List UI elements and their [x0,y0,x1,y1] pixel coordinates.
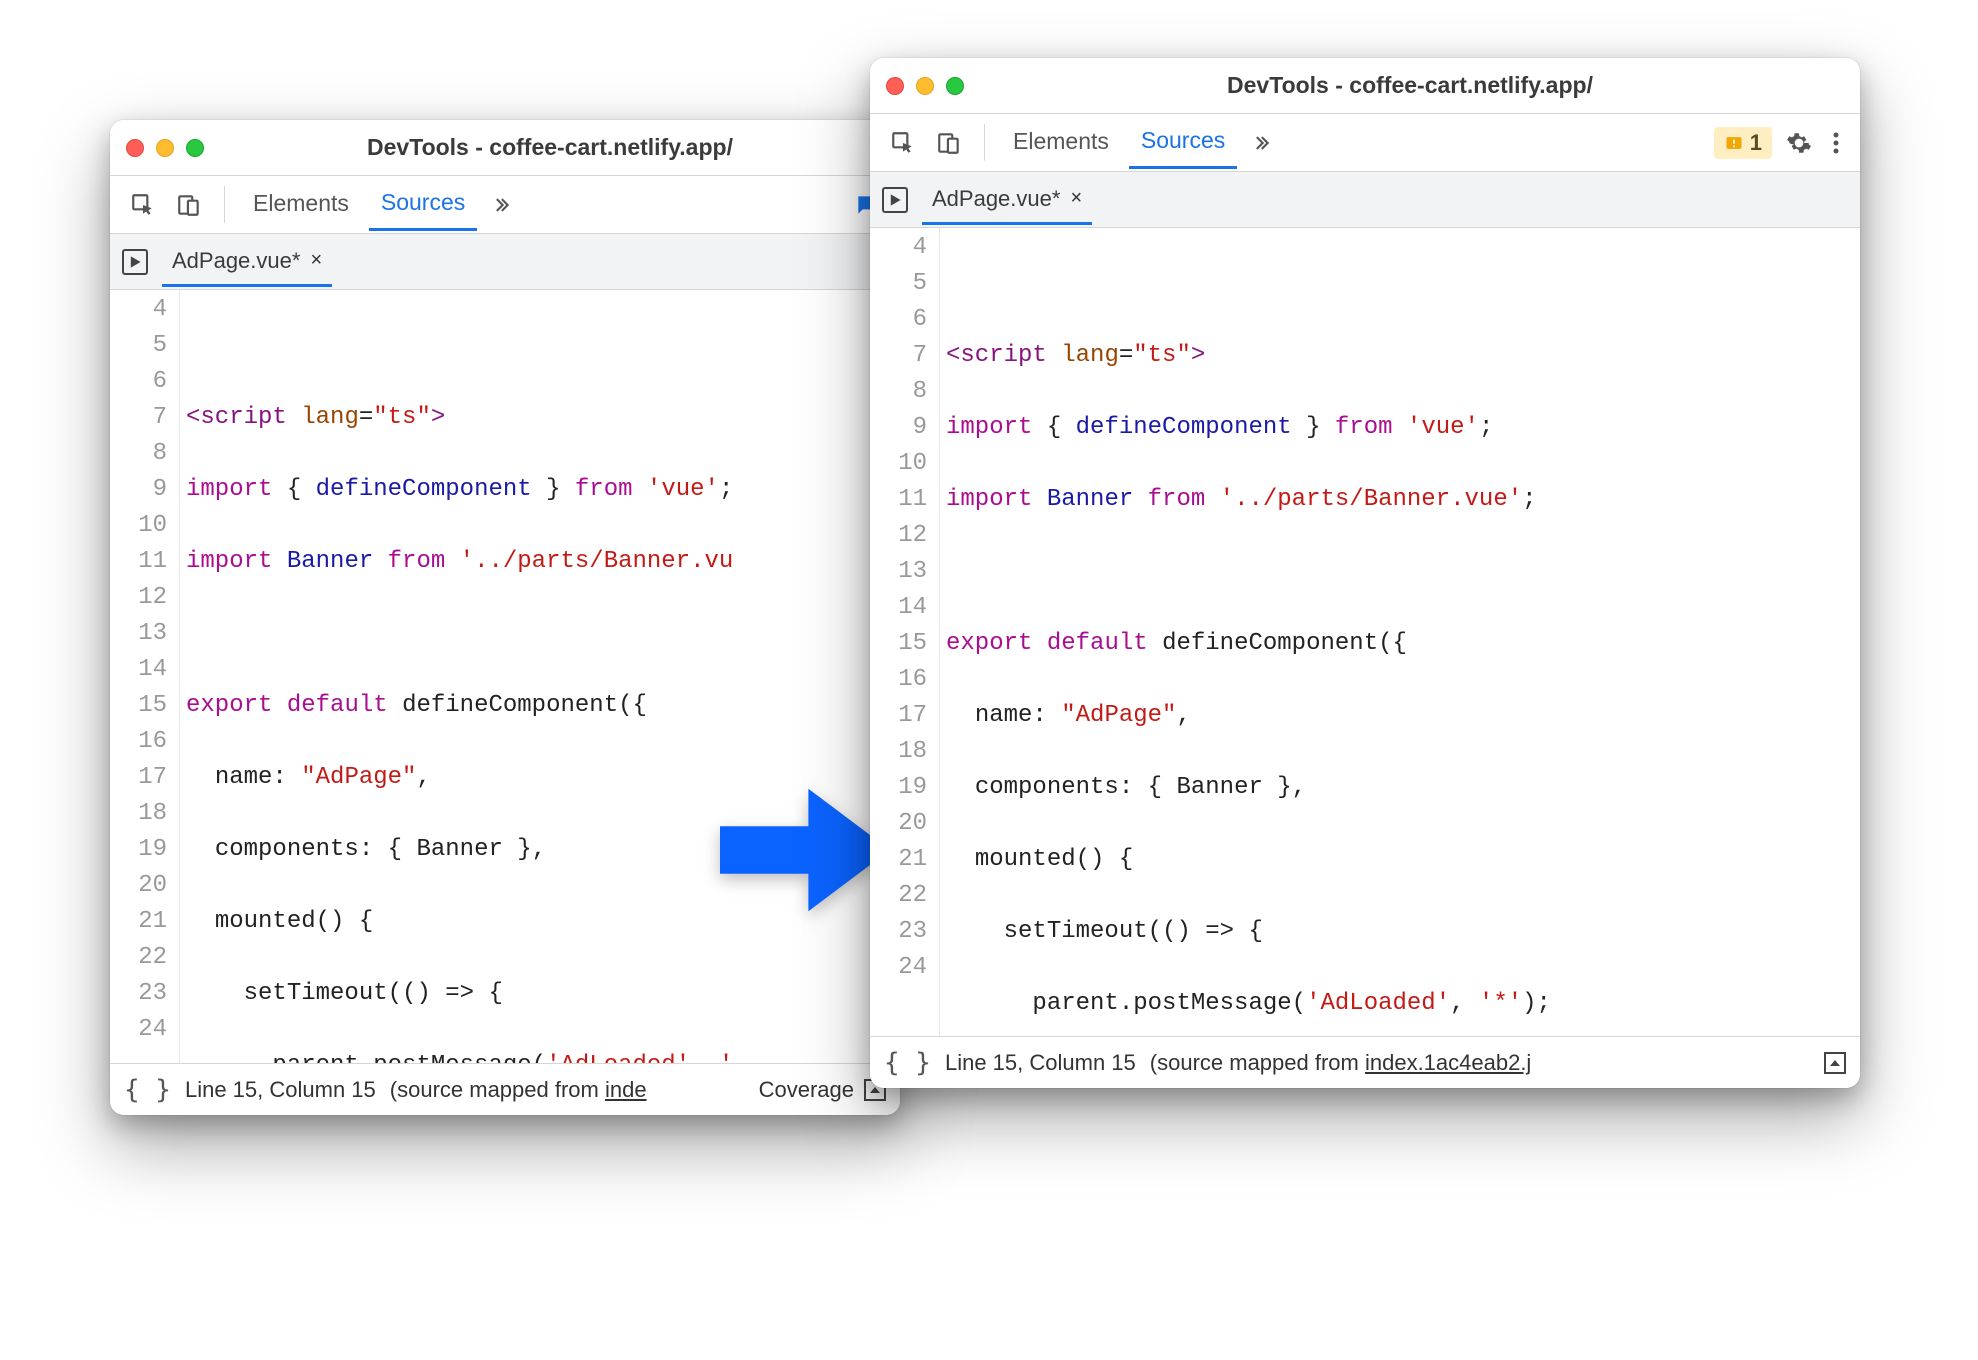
device-toggle-icon[interactable] [170,186,208,224]
status-bar: { } Line 15, Column 15 (source mapped fr… [110,1063,900,1115]
file-tabs-bar: AdPage.vue* × [870,172,1860,228]
line-gutter: 456789101112131415161718192021222324 [110,290,180,1063]
file-tab-adpage[interactable]: AdPage.vue* × [162,238,332,287]
cursor-position: Line 15, Column 15 [945,1050,1136,1076]
sourcemap-info: (source mapped from inde [390,1077,647,1103]
coverage-label[interactable]: Coverage [759,1077,854,1103]
more-tabs-icon[interactable] [1245,127,1277,159]
pretty-print-icon[interactable]: { } [884,1048,931,1078]
window-title: DevTools - coffee-cart.netlify.app/ [976,72,1844,99]
close-window-icon[interactable] [886,77,904,95]
tab-elements[interactable]: Elements [241,180,361,229]
code-editor[interactable]: 456789101112131415161718192021222324 <sc… [870,228,1860,1036]
minimize-window-icon[interactable] [916,77,934,95]
inspect-icon[interactable] [884,124,922,162]
cursor-position: Line 15, Column 15 [185,1077,376,1103]
file-tab-label: AdPage.vue* [172,248,300,274]
device-toggle-icon[interactable] [930,124,968,162]
close-file-icon[interactable]: × [310,249,322,272]
code-content[interactable]: <script lang="ts"> import { defineCompon… [940,228,1860,1036]
drawer-toggle-icon[interactable] [1824,1052,1846,1074]
file-tab-adpage[interactable]: AdPage.vue* × [922,176,1092,225]
more-tabs-icon[interactable] [485,189,517,221]
file-tab-label: AdPage.vue* [932,186,1060,212]
transition-arrow-icon [720,780,890,920]
tab-sources[interactable]: Sources [1129,117,1237,169]
status-bar: { } Line 15, Column 15 (source mapped fr… [870,1036,1860,1088]
titlebar: DevTools - coffee-cart.netlify.app/ [110,120,900,176]
devtools-window-after: DevTools - coffee-cart.netlify.app/ Elem… [870,58,1860,1088]
inspect-icon[interactable] [124,186,162,224]
tab-sources[interactable]: Sources [369,179,477,231]
titlebar: DevTools - coffee-cart.netlify.app/ [870,58,1860,114]
pretty-print-icon[interactable]: { } [124,1075,171,1105]
issues-badge[interactable]: 1 [1714,127,1772,159]
sourcemap-info: (source mapped from index.1ac4eab2.j [1150,1050,1532,1076]
warning-icon [1724,133,1744,153]
close-file-icon[interactable]: × [1070,187,1082,210]
tab-elements[interactable]: Elements [1001,118,1121,167]
show-navigator-icon[interactable] [882,187,908,213]
settings-icon[interactable] [1780,124,1818,162]
devtools-toolbar: Elements Sources 1 [870,114,1860,172]
window-title: DevTools - coffee-cart.netlify.app/ [216,134,884,161]
maximize-window-icon[interactable] [186,139,204,157]
window-controls [886,77,964,95]
close-window-icon[interactable] [126,139,144,157]
code-editor[interactable]: 456789101112131415161718192021222324 <sc… [110,290,900,1063]
line-gutter: 456789101112131415161718192021222324 [870,228,940,1036]
kebab-menu-icon[interactable] [1826,125,1846,161]
show-navigator-icon[interactable] [122,249,148,275]
minimize-window-icon[interactable] [156,139,174,157]
devtools-window-before: DevTools - coffee-cart.netlify.app/ Elem… [110,120,900,1115]
maximize-window-icon[interactable] [946,77,964,95]
issues-count: 1 [1750,130,1762,156]
devtools-toolbar: Elements Sources [110,176,900,234]
file-tabs-bar: AdPage.vue* × [110,234,900,290]
window-controls [126,139,204,157]
code-content[interactable]: <script lang="ts"> import { defineCompon… [180,290,900,1063]
